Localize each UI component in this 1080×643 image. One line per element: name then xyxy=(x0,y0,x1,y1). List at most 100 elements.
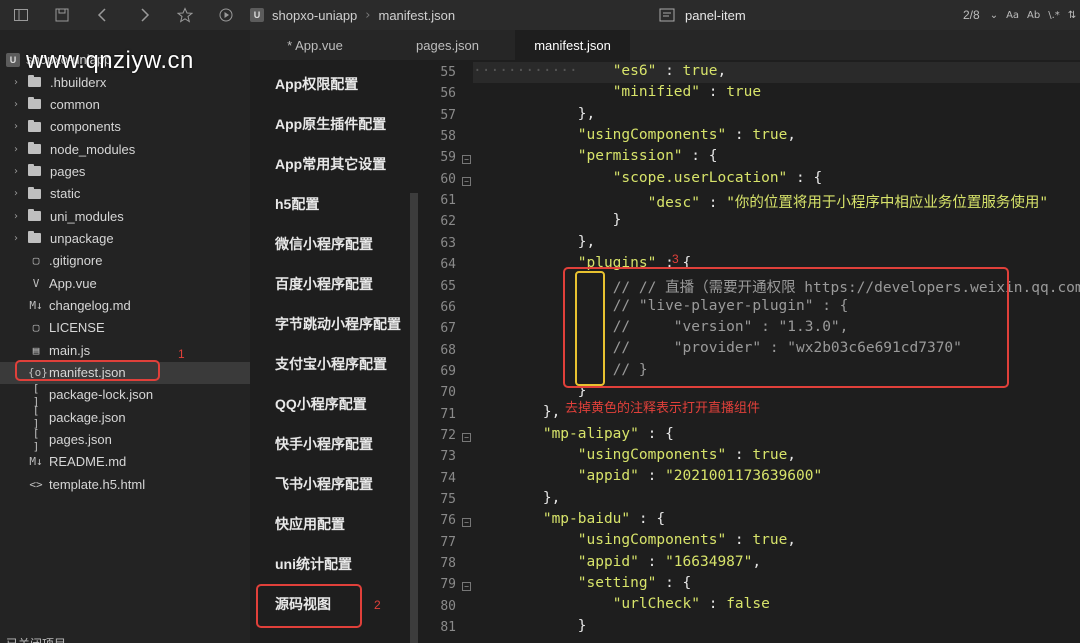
tree-item[interactable]: <> template.h5.html xyxy=(0,473,250,495)
tree-item[interactable]: [ ] package.json xyxy=(0,404,250,430)
line-number: 57 xyxy=(440,107,456,123)
folder-icon xyxy=(28,186,41,199)
tree-item-label: App.vue xyxy=(49,275,97,291)
search-panel-icon xyxy=(659,7,675,23)
code-line-77: "usingComponents" : true, xyxy=(577,532,797,548)
file-icon: M↓ xyxy=(29,299,43,312)
code-line-60: "scope.userLocation" : { xyxy=(612,170,823,186)
breadcrumb-separator-icon: › xyxy=(365,7,371,23)
search-input[interactable]: panel-item xyxy=(685,8,945,23)
line-number: 56 xyxy=(440,86,456,102)
save-icon[interactable] xyxy=(41,0,82,30)
chevron-right-icon[interactable]: › xyxy=(10,188,22,199)
line-number: 71 xyxy=(440,406,456,422)
file-explorer: U shopxo-uniapp › .hbuilderx › common › compo… xyxy=(0,30,250,643)
config-menu-item[interactable]: QQ小程序配置 xyxy=(275,394,367,414)
line-number: 67 xyxy=(440,321,456,337)
config-menu-item[interactable]: 微信小程序配置 xyxy=(275,234,373,254)
file-icon: ▤ xyxy=(32,343,40,357)
line-number: 81 xyxy=(440,620,456,636)
match-case-icon[interactable]: Aa xyxy=(1006,10,1019,21)
replace-icon[interactable]: ⇅ xyxy=(1068,10,1076,21)
code-line-59: "permission" : { xyxy=(577,148,718,164)
tree-item[interactable]: ▢ LICENSE xyxy=(0,317,250,339)
search-match-count: 2/8 xyxy=(963,8,980,22)
fold-toggle-icon[interactable]: − xyxy=(462,432,471,442)
fold-toggle-icon[interactable]: − xyxy=(462,155,471,165)
file-icon: ▢ xyxy=(32,254,40,268)
config-menu-item[interactable]: App常用其它设置 xyxy=(275,154,386,174)
regex-icon[interactable]: \.* xyxy=(1048,10,1060,21)
config-menu-item[interactable]: 快手小程序配置 xyxy=(275,434,373,454)
fold-toggle-icon[interactable]: − xyxy=(462,176,471,186)
editor-tabs: * App.vue pages.json manifest.json xyxy=(250,30,1080,60)
tree-item-label: components xyxy=(50,119,121,135)
config-menu-item[interactable]: h5配置 xyxy=(275,194,319,214)
chevron-right-icon[interactable]: › xyxy=(10,99,22,110)
code-line-55: ············ "es6" : true, xyxy=(473,63,727,79)
config-menu-item[interactable]: 快应用配置 xyxy=(275,514,345,534)
tab-pages-json[interactable]: pages.json xyxy=(380,30,515,60)
line-number: 69 xyxy=(440,363,456,379)
line-number: 61 xyxy=(440,193,456,209)
tree-item[interactable]: ▢ .gitignore xyxy=(0,250,250,272)
search-next-icon[interactable]: ⌄ xyxy=(990,10,998,21)
config-menu-item[interactable]: 飞书小程序配置 xyxy=(275,474,373,494)
tree-item-label: template.h5.html xyxy=(49,476,146,492)
tree-item[interactable]: › unpackage xyxy=(0,227,250,249)
back-icon[interactable] xyxy=(82,0,123,30)
tree-item-label: changelog.md xyxy=(49,298,131,313)
run-icon[interactable] xyxy=(205,0,246,30)
config-menu-item[interactable]: uni统计配置 xyxy=(275,554,352,574)
breadcrumb-project[interactable]: shopxo-uniapp xyxy=(272,8,357,23)
code-line-56: "minified" : true xyxy=(612,84,762,100)
config-menu-item[interactable]: 支付宝小程序配置 xyxy=(275,354,387,374)
project-logo-icon: U xyxy=(250,8,264,22)
line-number: 63 xyxy=(440,235,456,251)
folder-icon xyxy=(28,209,41,222)
chevron-right-icon[interactable]: › xyxy=(10,166,22,177)
tree-item[interactable]: ▤ main.js xyxy=(0,339,250,361)
tree-item[interactable]: › uni_modules xyxy=(0,205,250,227)
line-number: 75 xyxy=(440,492,456,507)
code-line-79: "setting" : { xyxy=(577,575,692,591)
tree-item[interactable]: › common xyxy=(0,93,250,115)
sidebar-icon[interactable] xyxy=(0,0,41,30)
chevron-right-icon[interactable]: › xyxy=(10,144,22,155)
tree-item[interactable]: › node_modules xyxy=(0,138,250,160)
fold-toggle-icon[interactable]: − xyxy=(462,582,471,592)
project-root-icon: U xyxy=(6,52,20,67)
tree-item[interactable]: [ ] pages.json xyxy=(0,427,250,453)
line-number: 65 xyxy=(440,278,456,294)
tree-item[interactable]: M↓ README.md xyxy=(0,451,250,473)
config-menu-scrollbar[interactable] xyxy=(410,193,418,643)
whole-word-icon[interactable]: Ab xyxy=(1027,10,1040,21)
line-number: 78 xyxy=(440,556,456,572)
tree-item[interactable]: M↓ changelog.md xyxy=(0,295,250,317)
config-menu-item[interactable]: 字节跳动小程序配置 xyxy=(275,314,401,334)
chevron-right-icon[interactable]: › xyxy=(10,233,22,244)
chevron-right-icon[interactable]: › xyxy=(10,121,22,132)
tree-item[interactable]: [ ] package-lock.json xyxy=(0,382,250,408)
fold-toggle-icon[interactable]: − xyxy=(462,518,471,528)
config-menu-item[interactable]: 百度小程序配置 xyxy=(275,274,373,294)
code-line-81: } xyxy=(473,618,587,634)
tab-app-vue[interactable]: * App.vue xyxy=(250,30,380,60)
tree-item[interactable]: › components xyxy=(0,116,250,138)
search-panel: panel-item 2/8 ⌄ Aa Ab \.* ⇅ xyxy=(645,0,1080,30)
chevron-right-icon[interactable]: › xyxy=(10,211,22,222)
tab-manifest-json[interactable]: manifest.json xyxy=(515,30,630,60)
star-icon[interactable] xyxy=(164,0,205,30)
tree-item[interactable]: › pages xyxy=(0,160,250,182)
code-line-63: }, xyxy=(473,234,596,250)
breadcrumb-file[interactable]: manifest.json xyxy=(379,8,456,23)
config-menu-item[interactable]: App原生插件配置 xyxy=(275,114,386,134)
tree-item-label: LICENSE xyxy=(49,320,105,336)
tree-item[interactable]: › static xyxy=(0,183,250,205)
closed-projects-label[interactable]: 已关闭项目 xyxy=(6,635,66,643)
chevron-right-icon[interactable]: › xyxy=(10,77,22,88)
tree-item[interactable]: V App.vue xyxy=(0,272,250,294)
forward-icon[interactable] xyxy=(123,0,164,30)
config-menu-item[interactable]: App权限配置 xyxy=(275,74,358,94)
search-options: ⌄ Aa Ab \.* ⇅ xyxy=(990,10,1077,21)
